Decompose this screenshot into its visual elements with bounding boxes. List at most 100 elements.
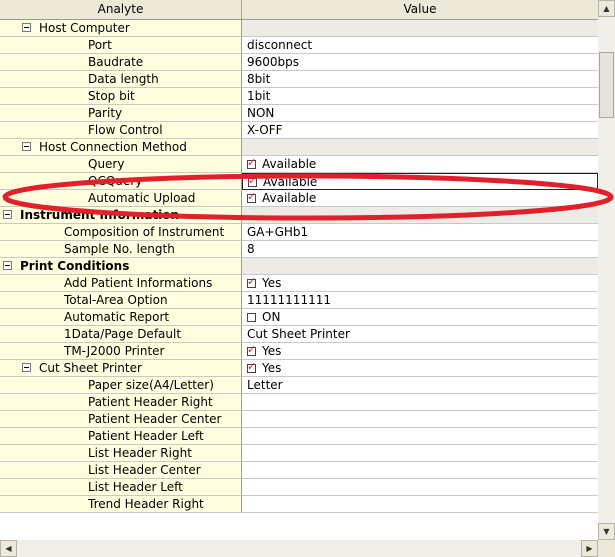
collapse-toggle-icon[interactable] [22, 23, 31, 32]
value-cell[interactable]: Cut Sheet Printer [242, 326, 598, 343]
analyte-cell[interactable]: Automatic Report [0, 309, 242, 326]
analyte-cell[interactable]: List Header Left [0, 479, 242, 496]
value-cell[interactable]: Yes [242, 275, 598, 292]
value-cell[interactable]: 1bit [242, 88, 598, 105]
value-cell[interactable] [242, 394, 598, 411]
table-row[interactable]: Flow Control X-OFF [0, 122, 598, 139]
table-row[interactable]: Patient Header Right [0, 394, 598, 411]
scroll-thumb[interactable] [599, 52, 614, 118]
column-header-analyte[interactable]: Analyte [0, 0, 242, 19]
analyte-cell[interactable]: Patient Header Left [0, 428, 242, 445]
analyte-cell[interactable]: Baudrate [0, 54, 242, 71]
value-cell[interactable] [242, 479, 598, 496]
value-cell[interactable]: disconnect [242, 37, 598, 54]
table-row[interactable]: Print Conditions [0, 258, 598, 275]
value-cell[interactable] [242, 20, 598, 37]
value-cell[interactable] [242, 207, 598, 224]
analyte-cell[interactable]: Print Conditions [0, 258, 242, 275]
value-cell[interactable]: Available [242, 173, 598, 190]
analyte-cell[interactable]: TM-J2000 Printer [0, 343, 242, 360]
checked-checkbox-icon[interactable] [247, 156, 256, 170]
scroll-right-arrow-icon[interactable]: ▶ [581, 540, 598, 557]
column-header-value[interactable]: Value [242, 0, 598, 19]
table-row[interactable]: Automatic Report ON [0, 309, 598, 326]
analyte-cell[interactable]: Query [0, 156, 242, 173]
checked-checkbox-icon[interactable] [247, 343, 256, 357]
value-cell[interactable]: Available [242, 156, 598, 173]
analyte-cell[interactable]: Patient Header Right [0, 394, 242, 411]
collapse-toggle-icon[interactable] [22, 142, 31, 151]
analyte-cell[interactable]: Instrument Information [0, 207, 242, 224]
table-row[interactable]: Port disconnect [0, 37, 598, 54]
table-row[interactable]: List Header Center [0, 462, 598, 479]
analyte-cell[interactable]: Patient Header Center [0, 411, 242, 428]
value-cell[interactable] [242, 445, 598, 462]
value-cell[interactable]: 8 [242, 241, 598, 258]
value-cell[interactable]: 8bit [242, 71, 598, 88]
table-row[interactable]: Patient Header Center [0, 411, 598, 428]
scroll-up-arrow-icon[interactable]: ▲ [598, 0, 615, 17]
analyte-cell[interactable]: Parity [0, 105, 242, 122]
analyte-cell[interactable]: QCQuery [0, 173, 242, 190]
analyte-cell[interactable]: Automatic Upload [0, 190, 242, 207]
table-row[interactable]: Data length 8bit [0, 71, 598, 88]
table-row[interactable]: Host Computer [0, 20, 598, 37]
value-cell[interactable]: Letter [242, 377, 598, 394]
table-row[interactable]: Sample No. length 8 [0, 241, 598, 258]
value-cell[interactable]: X-OFF [242, 122, 598, 139]
scroll-left-arrow-icon[interactable]: ◀ [0, 540, 17, 557]
table-row[interactable]: Query Available [0, 156, 598, 173]
analyte-cell[interactable]: Host Computer [0, 20, 242, 37]
collapse-toggle-icon[interactable] [3, 210, 12, 219]
value-cell[interactable]: Yes [242, 343, 598, 360]
analyte-cell[interactable]: 1Data/Page Default [0, 326, 242, 343]
value-cell[interactable] [242, 496, 598, 513]
checked-checkbox-icon[interactable] [247, 190, 256, 204]
analyte-cell[interactable]: Data length [0, 71, 242, 88]
value-cell[interactable]: 11111111111 [242, 292, 598, 309]
table-row[interactable]: Instrument Information [0, 207, 598, 224]
table-row[interactable]: Add Patient Informations Yes [0, 275, 598, 292]
analyte-cell[interactable]: Total-Area Option [0, 292, 242, 309]
value-cell[interactable]: Available [242, 190, 598, 207]
table-row[interactable]: TM-J2000 Printer Yes [0, 343, 598, 360]
value-cell[interactable] [242, 462, 598, 479]
value-cell[interactable]: ON [242, 309, 598, 326]
table-row[interactable]: Host Connection Method [0, 139, 598, 156]
analyte-cell[interactable]: Cut Sheet Printer [0, 360, 242, 377]
table-row[interactable]: Patient Header Left [0, 428, 598, 445]
value-cell[interactable] [242, 139, 598, 156]
value-cell[interactable]: NON [242, 105, 598, 122]
value-cell[interactable] [242, 411, 598, 428]
value-cell[interactable] [242, 428, 598, 445]
table-row[interactable]: Trend Header Right [0, 496, 598, 513]
analyte-cell[interactable]: List Header Right [0, 445, 242, 462]
table-row[interactable]: QCQuery Available [0, 173, 598, 190]
value-cell[interactable]: 9600bps [242, 54, 598, 71]
analyte-cell[interactable]: Port [0, 37, 242, 54]
collapse-toggle-icon[interactable] [3, 261, 12, 270]
vertical-scrollbar[interactable]: ▲ ▼ [598, 0, 615, 540]
table-row[interactable]: List Header Left [0, 479, 598, 496]
unchecked-checkbox-icon[interactable] [247, 313, 256, 322]
analyte-cell[interactable]: Add Patient Informations [0, 275, 242, 292]
analyte-cell[interactable]: Trend Header Right [0, 496, 242, 513]
table-row[interactable]: Composition of Instrument GA+GHb1 [0, 224, 598, 241]
collapse-toggle-icon[interactable] [22, 363, 31, 372]
table-row[interactable]: Total-Area Option 11111111111 [0, 292, 598, 309]
table-row[interactable]: Cut Sheet Printer Yes [0, 360, 598, 377]
analyte-cell[interactable]: List Header Center [0, 462, 242, 479]
value-cell[interactable]: GA+GHb1 [242, 224, 598, 241]
table-row[interactable]: Paper size(A4/Letter) Letter [0, 377, 598, 394]
horizontal-scrollbar[interactable]: ◀ ▶ [0, 540, 598, 557]
value-cell[interactable]: Yes [242, 360, 598, 377]
analyte-cell[interactable]: Paper size(A4/Letter) [0, 377, 242, 394]
value-cell[interactable] [242, 258, 598, 275]
checked-checkbox-icon[interactable] [247, 360, 256, 374]
analyte-cell[interactable]: Flow Control [0, 122, 242, 139]
analyte-cell[interactable]: Host Connection Method [0, 139, 242, 156]
scroll-down-arrow-icon[interactable]: ▼ [598, 523, 615, 540]
analyte-cell[interactable]: Composition of Instrument [0, 224, 242, 241]
table-row[interactable]: List Header Right [0, 445, 598, 462]
table-row[interactable]: Automatic Upload Available [0, 190, 598, 207]
